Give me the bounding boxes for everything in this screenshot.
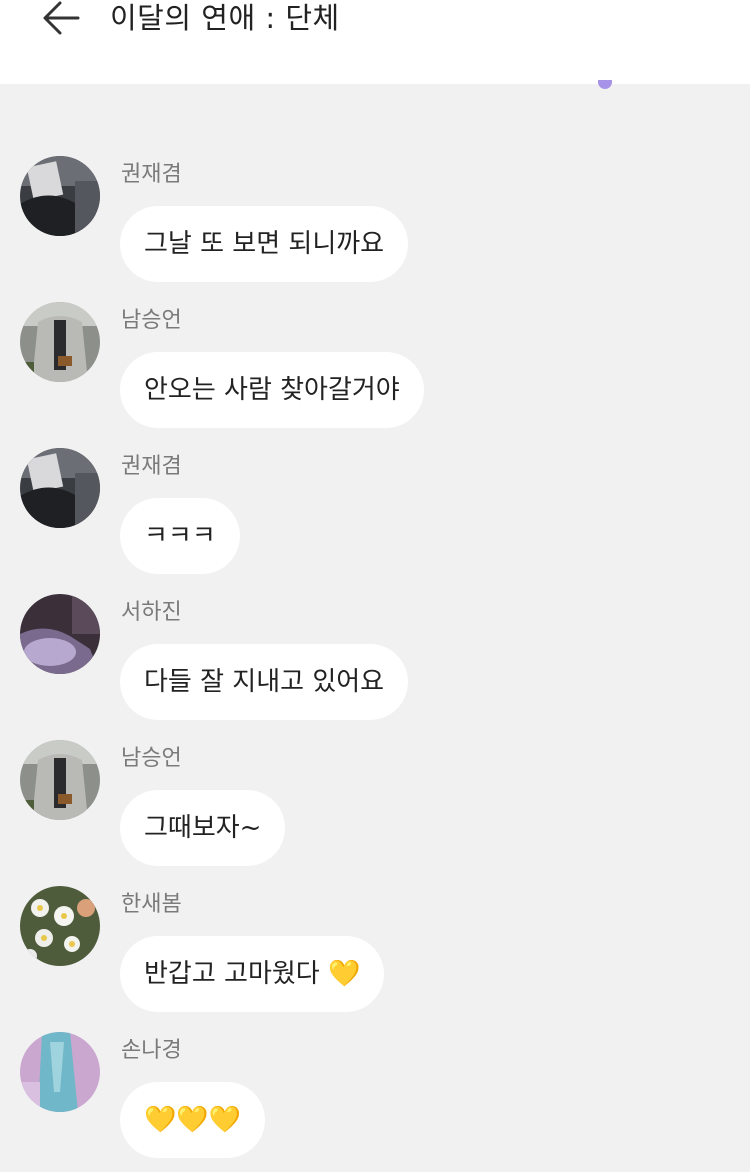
message-list[interactable]: 권재겸 그날 또 보면 되니까요 남승언 안오는 사람 찾아갈거야 권재겸 ㅋㅋ… bbox=[0, 84, 750, 1161]
message-bubble[interactable]: 다들 잘 지내고 있어요 bbox=[120, 644, 409, 720]
message-row: 남승언 그때보자~ bbox=[0, 740, 750, 880]
message-row: 권재겸 그날 또 보면 되니까요 bbox=[0, 156, 750, 296]
message-bubble[interactable]: ㅋㅋㅋ bbox=[120, 498, 240, 574]
message-row: 권재겸 ㅋㅋㅋ bbox=[0, 448, 750, 588]
message-bubble[interactable]: 그때보자~ bbox=[120, 790, 286, 866]
message-row: 남승언 안오는 사람 찾아갈거야 bbox=[0, 302, 750, 442]
message-row: 손나경 💛💛💛 bbox=[0, 1032, 750, 1172]
sender-name: 한새봄 bbox=[121, 892, 182, 917]
message-bubble[interactable]: 💛💛💛 bbox=[120, 1082, 266, 1158]
avatar[interactable] bbox=[20, 740, 100, 820]
message-bubble[interactable]: 반갑고 고마웠다 💛 bbox=[120, 936, 385, 1012]
sender-name: 손나경 bbox=[121, 1038, 182, 1063]
avatar[interactable] bbox=[20, 1032, 100, 1112]
sender-name: 서하진 bbox=[121, 600, 182, 625]
message-bubble[interactable]: 안오는 사람 찾아갈거야 bbox=[120, 352, 424, 428]
avatar[interactable] bbox=[20, 594, 100, 674]
chat-header: 이달의 연애 : 단체 bbox=[0, 0, 750, 84]
avatar[interactable] bbox=[20, 156, 100, 236]
message-row: 한새봄 반갑고 고마웠다 💛 bbox=[0, 886, 750, 1026]
avatar[interactable] bbox=[20, 886, 100, 966]
avatar[interactable] bbox=[20, 448, 100, 528]
sender-name: 권재겸 bbox=[121, 454, 182, 479]
sender-name: 남승언 bbox=[121, 746, 182, 771]
avatar[interactable] bbox=[20, 302, 100, 382]
chat-title: 이달의 연애 : 단체 bbox=[110, 1, 340, 35]
sender-name: 남승언 bbox=[121, 308, 182, 333]
back-button[interactable] bbox=[38, 0, 82, 40]
arrow-left-icon bbox=[43, 1, 80, 35]
message-row: 서하진 다들 잘 지내고 있어요 bbox=[0, 594, 750, 734]
message-bubble[interactable]: 그날 또 보면 되니까요 bbox=[120, 206, 409, 282]
sender-name: 권재겸 bbox=[121, 162, 182, 187]
